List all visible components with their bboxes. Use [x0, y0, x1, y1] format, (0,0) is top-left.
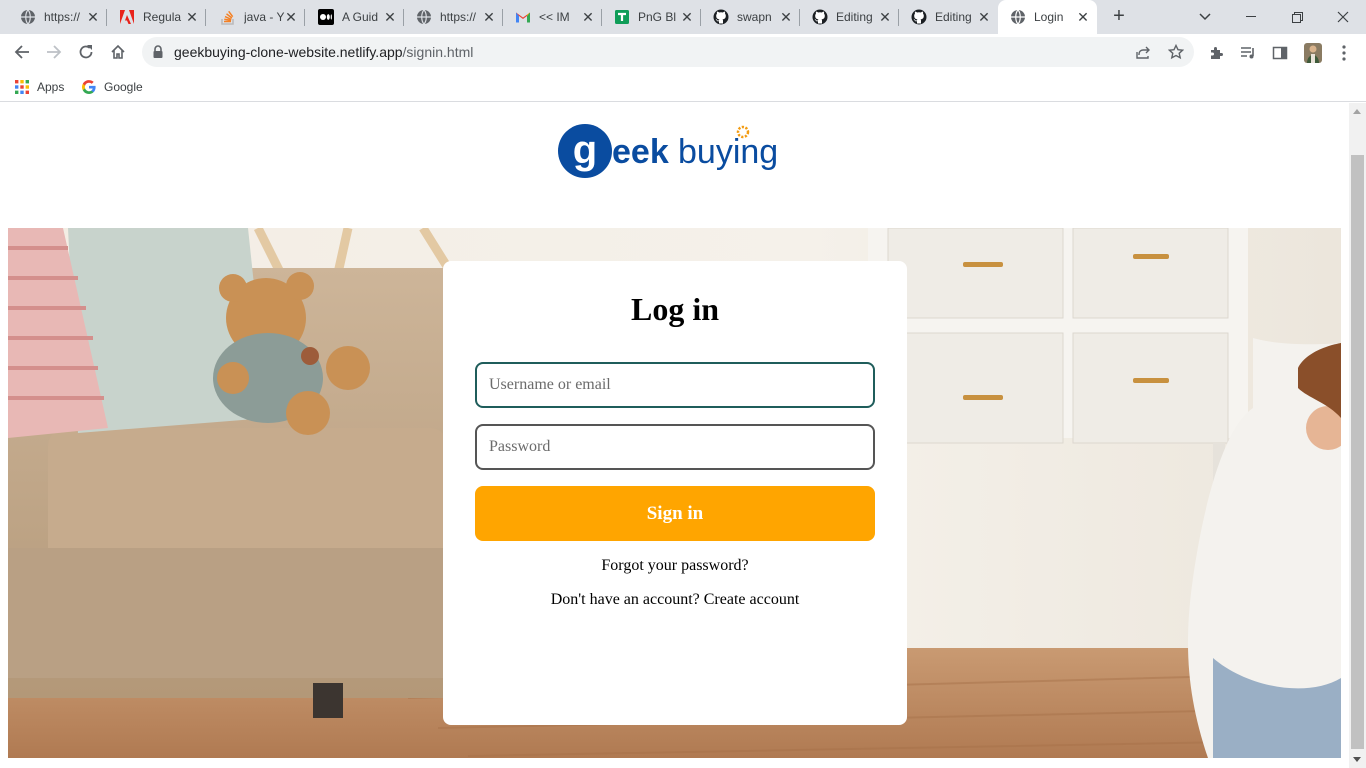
- bookmark-label: Google: [104, 80, 143, 94]
- adobe-icon: [119, 9, 135, 25]
- tab-title: https://: [440, 10, 477, 24]
- browser-toolbar: geekbuying-clone-website.netlify.app/sig…: [0, 34, 1366, 72]
- bookmark-apps[interactable]: Apps: [14, 77, 64, 97]
- scroll-down-arrow-icon[interactable]: [1353, 757, 1361, 762]
- url-host: geekbuying-clone-website.netlify.app: [174, 44, 403, 60]
- profile-avatar[interactable]: [1302, 42, 1324, 64]
- close-tab-icon[interactable]: ✕: [283, 9, 299, 25]
- tab-title: java - Y: [244, 10, 285, 24]
- tab-login-active[interactable]: Login ✕: [998, 0, 1097, 34]
- tab-title: Editing: [935, 10, 972, 24]
- side-panel-icon[interactable]: [1269, 42, 1291, 64]
- apps-grid-icon: [14, 79, 30, 95]
- github-icon: [911, 9, 927, 25]
- create-account-link[interactable]: Don't have an account? Create account: [443, 591, 907, 609]
- login-card: Log in Sign in Forgot your password? Don…: [443, 261, 907, 725]
- tab-1[interactable]: https:// ✕: [0, 0, 107, 34]
- forward-arrow-icon[interactable]: [40, 38, 68, 66]
- minimize-icon[interactable]: [1228, 0, 1274, 34]
- media-queue-icon[interactable]: [1237, 42, 1259, 64]
- chrome-menu-icon[interactable]: [1333, 42, 1355, 64]
- stackoverflow-icon: [220, 9, 236, 25]
- tab-title: Editing: [836, 10, 873, 24]
- tab-title: << IM: [539, 10, 570, 24]
- close-window-icon[interactable]: [1320, 0, 1366, 34]
- tab-title: Login: [1034, 10, 1064, 24]
- bookmark-star-icon[interactable]: [1166, 42, 1186, 62]
- username-input[interactable]: [475, 362, 875, 408]
- google-icon: [81, 79, 97, 95]
- tab-6[interactable]: << IM ✕: [503, 0, 602, 34]
- tab-search-chevron-icon[interactable]: [1182, 0, 1228, 34]
- lock-icon[interactable]: [152, 45, 164, 59]
- tab-3[interactable]: java - Y ✕: [206, 0, 305, 34]
- url-path: /signin.html: [402, 44, 474, 60]
- sheets-icon: [614, 9, 630, 25]
- close-tab-icon[interactable]: ✕: [85, 9, 101, 25]
- github-icon: [713, 9, 729, 25]
- tab-2[interactable]: Regula ✕: [107, 0, 206, 34]
- close-tab-icon[interactable]: ✕: [679, 9, 695, 25]
- close-tab-icon[interactable]: ✕: [778, 9, 794, 25]
- svg-text:eek: eek: [612, 133, 669, 171]
- svg-text:g: g: [573, 128, 597, 172]
- scrollbar-thumb[interactable]: [1351, 155, 1364, 749]
- login-title: Log in: [630, 291, 720, 327]
- share-icon[interactable]: [1133, 42, 1153, 62]
- close-tab-icon[interactable]: ✕: [1075, 9, 1091, 25]
- url-text[interactable]: geekbuying-clone-website.netlify.app/sig…: [174, 44, 473, 60]
- tab-title: PnG Bl: [638, 10, 677, 24]
- close-tab-icon[interactable]: ✕: [382, 9, 398, 25]
- tab-strip: https:// ✕ Regula ✕ java - Y ✕ A Guid ✕ …: [0, 0, 1366, 34]
- password-input[interactable]: [475, 424, 875, 470]
- sign-in-button[interactable]: Sign in: [475, 486, 875, 541]
- back-arrow-icon[interactable]: [8, 38, 36, 66]
- tab-title: swapn: [737, 10, 772, 24]
- tab-title: https://: [44, 10, 81, 24]
- tab-9[interactable]: Editing ✕: [800, 0, 899, 34]
- tab-4[interactable]: A Guid ✕: [305, 0, 404, 34]
- tab-7[interactable]: PnG Bl ✕: [602, 0, 701, 34]
- tab-10[interactable]: Editing ✕: [899, 0, 998, 34]
- home-icon[interactable]: [104, 38, 132, 66]
- github-icon: [812, 9, 828, 25]
- bookmark-google[interactable]: Google: [81, 77, 143, 97]
- close-tab-icon[interactable]: ✕: [877, 9, 893, 25]
- close-tab-icon[interactable]: ✕: [976, 9, 992, 25]
- globe-icon: [20, 9, 36, 25]
- medium-icon: [318, 9, 334, 25]
- bookmarks-bar: Apps Google: [0, 72, 1366, 102]
- address-bar[interactable]: geekbuying-clone-website.netlify.app/sig…: [142, 37, 1194, 67]
- tab-title: A Guid: [342, 10, 379, 24]
- forgot-password-link[interactable]: Forgot your password?: [443, 557, 907, 575]
- extensions-puzzle-icon[interactable]: [1205, 42, 1227, 64]
- close-tab-icon[interactable]: ✕: [184, 9, 200, 25]
- restore-icon[interactable]: [1274, 0, 1320, 34]
- gmail-icon: [515, 9, 531, 25]
- reload-icon[interactable]: [72, 38, 100, 66]
- scroll-up-arrow-icon[interactable]: [1353, 109, 1361, 114]
- globe-icon: [416, 9, 432, 25]
- tab-title: Regula: [143, 10, 182, 24]
- new-tab-button[interactable]: +: [1108, 6, 1130, 28]
- svg-text:buying: buying: [678, 133, 778, 171]
- tab-5[interactable]: https:// ✕: [404, 0, 503, 34]
- close-tab-icon[interactable]: ✕: [481, 9, 497, 25]
- geekbuying-logo[interactable]: g eek buying: [558, 119, 794, 181]
- globe-icon: [1010, 9, 1026, 25]
- tab-8[interactable]: swapn ✕: [701, 0, 800, 34]
- close-tab-icon[interactable]: ✕: [580, 9, 596, 25]
- page-viewport: g eek buying Log in Username or email Si…: [0, 103, 1349, 768]
- bookmark-label: Apps: [37, 80, 65, 94]
- page-scrollbar[interactable]: [1349, 103, 1366, 768]
